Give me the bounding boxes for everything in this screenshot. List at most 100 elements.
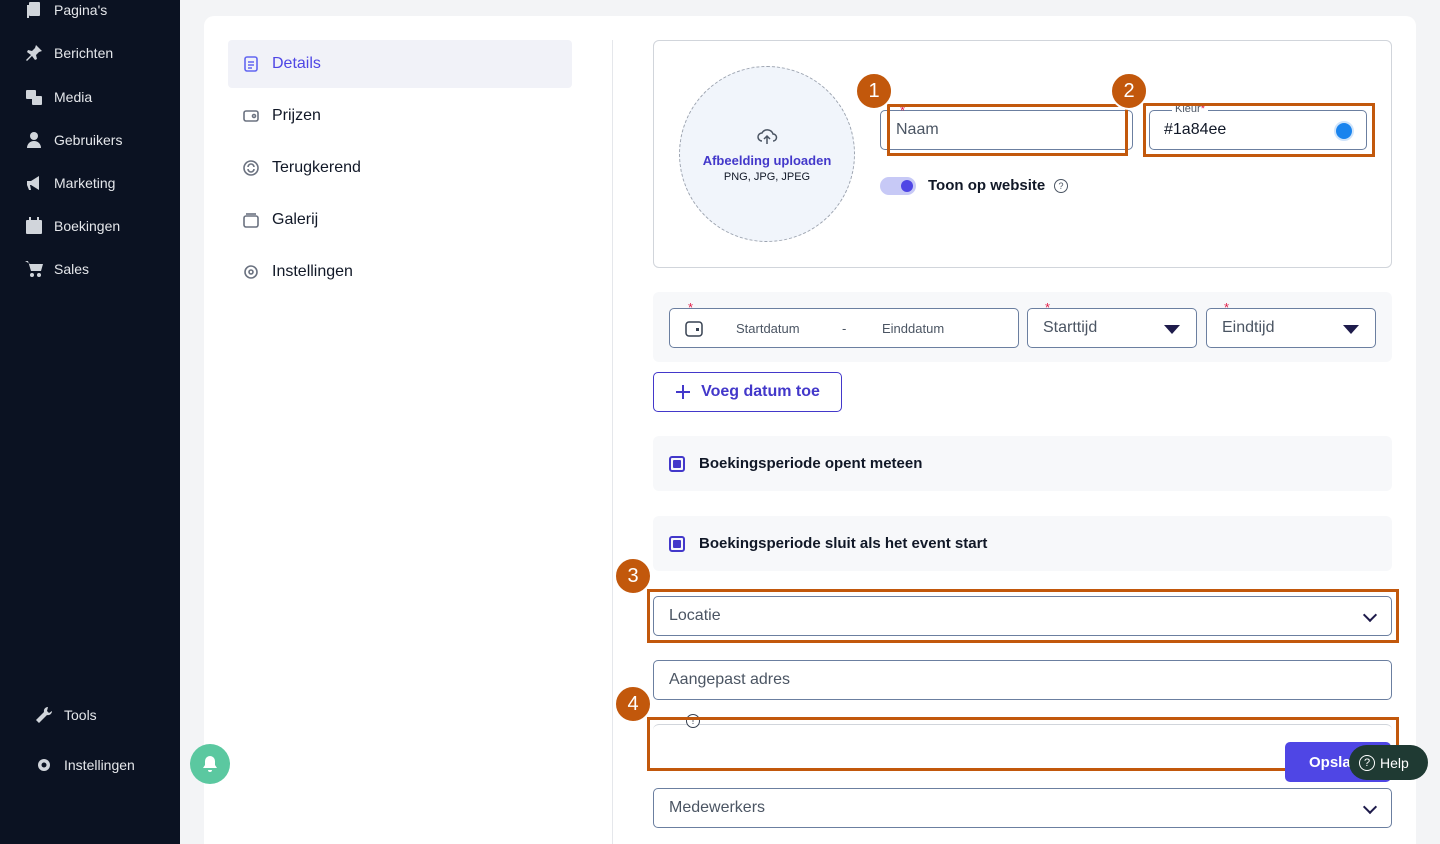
sidebar-item-label: Berichten xyxy=(54,45,114,61)
sidebar-item-users[interactable]: Gebruikers xyxy=(24,130,122,150)
booking-closes-row: Boekingsperiode sluit als het event star… xyxy=(653,516,1392,571)
sidebar-item-bookings[interactable]: Boekingen xyxy=(24,216,120,236)
sidebar-item-pages[interactable]: Pagina's xyxy=(24,0,107,20)
repeat-icon xyxy=(243,160,259,176)
cloud-upload-icon xyxy=(757,129,778,144)
sidebar-item-label: Sales xyxy=(54,261,90,277)
sidebar-item-settings[interactable]: Instellingen xyxy=(34,755,135,775)
end-date-placeholder: Einddatum xyxy=(882,320,945,336)
color-value: #1a84ee xyxy=(1164,121,1227,138)
sidebar-item-label: Marketing xyxy=(54,175,116,191)
tab-gallery[interactable]: Galerij xyxy=(228,196,572,244)
show-on-website-toggle[interactable] xyxy=(880,177,916,195)
booking-closes-label: Boekingsperiode sluit als het event star… xyxy=(699,535,988,552)
end-time-required-mark: * xyxy=(1224,300,1230,315)
annotation-badge-1: 1 xyxy=(855,72,893,110)
notification-button[interactable] xyxy=(190,744,230,784)
info-icon[interactable]: ? xyxy=(1054,179,1068,193)
info-icon[interactable]: ! xyxy=(686,714,700,728)
document-icon xyxy=(244,56,258,72)
wallet-icon xyxy=(243,110,259,122)
sidebar-item-label: Pagina's xyxy=(54,2,108,18)
tab-label: Instellingen xyxy=(272,263,353,280)
gallery-icon xyxy=(243,213,259,228)
name-placeholder: Naam xyxy=(896,121,939,138)
sidebar-item-label: Tools xyxy=(64,707,97,723)
collapsed-section xyxy=(653,724,1392,768)
bell-icon xyxy=(203,756,217,772)
sidebar-item-posts[interactable]: Berichten xyxy=(24,43,113,63)
caret-down-icon xyxy=(1343,325,1359,334)
booking-closes-checkbox[interactable] xyxy=(669,535,685,552)
staff-placeholder: Medewerkers xyxy=(669,799,766,816)
annotation-badge-3: 3 xyxy=(614,557,652,595)
start-date-placeholder: Startdatum xyxy=(736,320,800,336)
booking-opens-row: Boekingsperiode opent meteen xyxy=(653,436,1392,491)
tab-details[interactable]: Details xyxy=(228,40,572,88)
sidebar-item-marketing[interactable]: Marketing xyxy=(24,173,115,193)
tab-label: Galerij xyxy=(272,211,319,228)
media-icon xyxy=(26,90,42,105)
calendar-icon xyxy=(685,321,703,337)
end-time-placeholder: Eindtijd xyxy=(1222,319,1275,336)
help-label: Help xyxy=(1380,754,1409,771)
start-time-select[interactable]: Starttijd xyxy=(1027,308,1197,348)
pin-icon xyxy=(26,45,42,61)
image-upload[interactable]: Afbeelding uploaden PNG, JPG, JPEG xyxy=(679,66,855,242)
add-date-label: Voeg datum toe xyxy=(701,383,820,400)
date-separator: - xyxy=(842,320,847,336)
chevron-down-icon xyxy=(1362,607,1378,623)
staff-select[interactable]: Medewerkers xyxy=(653,788,1392,828)
wrench-icon xyxy=(36,706,53,723)
settings-icon xyxy=(244,265,258,279)
location-placeholder: Locatie xyxy=(669,607,721,624)
sidebar-item-sales[interactable]: Sales xyxy=(24,259,89,279)
color-swatch[interactable] xyxy=(1334,121,1354,141)
divider xyxy=(612,40,613,844)
cart-icon xyxy=(25,261,43,277)
booking-opens-checkbox[interactable] xyxy=(669,455,685,472)
help-icon: ? xyxy=(1359,754,1375,771)
upload-title: Afbeelding uploaden xyxy=(702,153,832,168)
custom-address-placeholder: Aangepast adres xyxy=(669,671,790,688)
custom-address-field[interactable]: Aangepast adres xyxy=(653,660,1392,700)
gear-icon xyxy=(38,759,50,771)
sidebar-item-label: Media xyxy=(54,89,93,105)
save-label: Opsla xyxy=(1309,753,1351,771)
start-time-placeholder: Starttijd xyxy=(1043,319,1098,336)
sidebar-item-media[interactable]: Media xyxy=(24,87,92,107)
toggle-knob xyxy=(901,180,913,192)
sidebar-item-tools[interactable]: Tools xyxy=(34,705,97,725)
end-time-select[interactable]: Eindtijd xyxy=(1206,308,1376,348)
tab-label: Details xyxy=(272,55,321,72)
tab-label: Prijzen xyxy=(272,107,321,124)
start-time-required-mark: * xyxy=(1045,300,1051,315)
booking-opens-label: Boekingsperiode opent meteen xyxy=(699,455,923,472)
sidebar-item-label: Instellingen xyxy=(64,757,135,773)
caret-down-icon xyxy=(1164,325,1180,334)
calendar-icon xyxy=(26,217,42,234)
color-label: Kleur* xyxy=(1172,103,1208,115)
name-field[interactable]: Naam xyxy=(880,110,1133,150)
upload-subtitle: PNG, JPG, JPEG xyxy=(723,171,811,183)
date-range-field[interactable]: Startdatum - Einddatum xyxy=(669,308,1019,348)
date-required-mark: * xyxy=(688,300,694,315)
location-select[interactable]: Locatie xyxy=(653,596,1392,636)
tab-label: Terugkerend xyxy=(272,159,361,176)
plus-icon xyxy=(676,385,691,399)
help-button[interactable]: ? Help xyxy=(1349,745,1428,780)
chevron-down-icon xyxy=(1362,799,1378,815)
megaphone-icon xyxy=(27,176,39,190)
pages-icon xyxy=(27,2,40,18)
user-icon xyxy=(27,132,41,148)
name-required-mark: * xyxy=(900,103,906,118)
show-on-website-label: Toon op website xyxy=(928,177,1046,194)
add-date-button[interactable]: Voeg datum toe xyxy=(653,372,842,412)
tab-recurring[interactable]: Terugkerend xyxy=(228,144,572,192)
tab-prices[interactable]: Prijzen xyxy=(228,92,572,140)
sidebar-item-label: Gebruikers xyxy=(54,132,123,148)
tab-settings[interactable]: Instellingen xyxy=(228,248,572,296)
color-field[interactable]: Kleur* #1a84ee xyxy=(1149,103,1367,150)
sidebar-item-label: Boekingen xyxy=(54,218,121,234)
sidebar: Pagina's Berichten Media Gebruikers Mark… xyxy=(0,0,180,844)
